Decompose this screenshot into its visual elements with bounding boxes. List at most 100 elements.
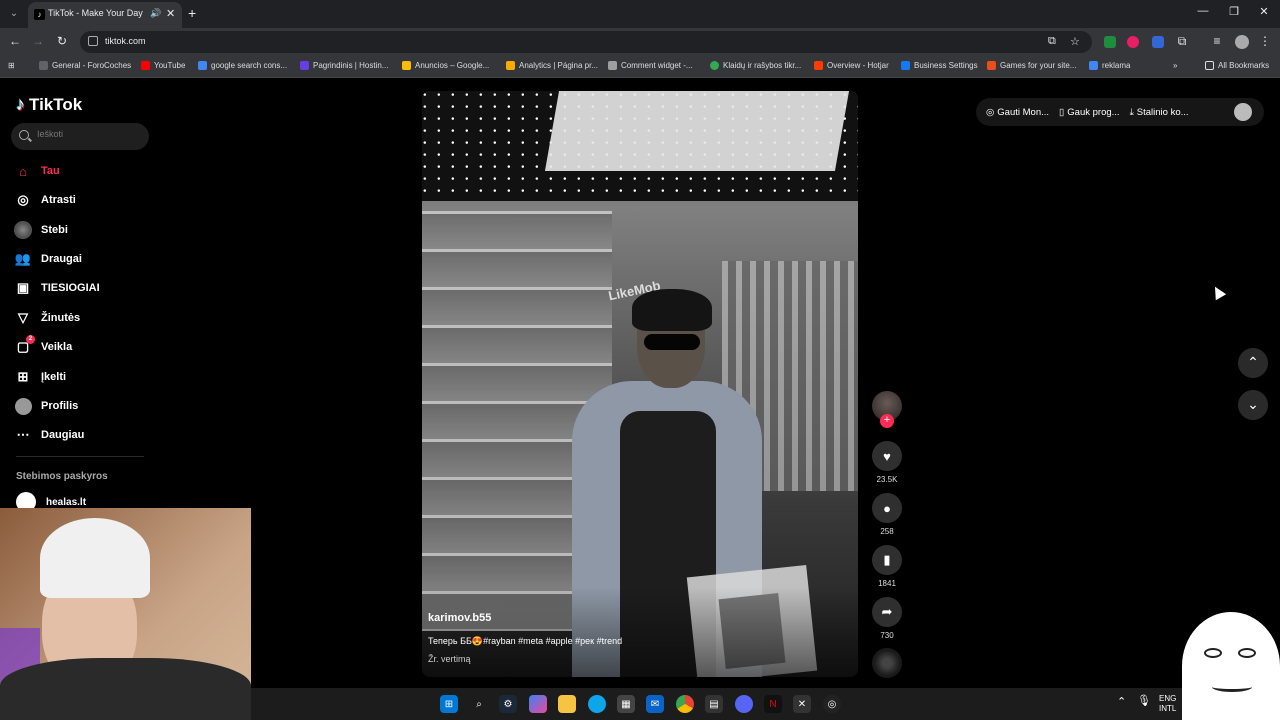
bookmark-star-icon[interactable]: ☆ [1070,35,1080,48]
chrome-icon[interactable] [676,695,694,713]
comment-action[interactable]: ● 258 [872,493,902,536]
bookmark-10[interactable]: Games for your site... [987,61,1076,70]
share-icon[interactable]: ➦ [872,597,902,627]
search-icon[interactable] [19,130,29,140]
previous-video-chevron-up-icon[interactable]: ⌃ [1238,348,1268,378]
mail-icon[interactable]: ✉ [646,695,664,713]
bookmark-11[interactable]: reklama [1089,61,1130,70]
get-app-label: Gauk prog... [1067,106,1120,118]
search-box[interactable] [11,123,149,150]
user-avatar[interactable] [1234,103,1252,121]
taskbar-app-icon[interactable]: ▤ [705,695,723,713]
windows-start-icon[interactable]: ⊞ [440,695,458,713]
tab-search-icon[interactable]: ⌄ [6,6,22,22]
minimize-icon[interactable]: — [1193,5,1213,17]
language-indicator[interactable]: ENG INTL [1159,694,1176,714]
bookmark-6-icon [608,61,617,70]
video-player[interactable]: LikeMob karimov.b55 Теперь ББ😍#rayban #m… [422,91,858,677]
site-info-icon[interactable] [88,36,98,46]
reload-icon[interactable]: ↻ [54,34,70,48]
restore-icon[interactable]: ❐ [1224,5,1244,18]
nav-item-draugai[interactable]: 👥 Draugai [14,248,154,270]
extensions-puzzle-icon[interactable]: ⧉ [1174,34,1190,49]
nav-item-daugiau[interactable]: ⋯ Daugiau [14,424,154,446]
copilot-icon[interactable] [529,695,547,713]
like-action[interactable]: ♥ 23.5K [872,441,902,484]
tab-close-icon[interactable]: ✕ [166,7,175,20]
microphone-icon[interactable]: 🎙 [1137,696,1151,707]
store-icon[interactable]: ▦ [617,695,635,713]
bookmark-2[interactable]: google search cons... [198,61,287,70]
address-bar[interactable]: tiktok.com ⧉ ☆ [80,31,1092,53]
capcut-icon[interactable]: ✕ [793,695,811,713]
bookmark-4-label: Anuncios – Google... [415,61,490,70]
nav-item-ikelti[interactable]: ⊞ Įkelti [14,366,154,388]
obs-icon[interactable]: ◎ [823,695,841,713]
address-url[interactable]: tiktok.com [105,36,146,46]
activity-badge: 2 [26,335,35,344]
save-action[interactable]: ▮ 1841 [872,545,902,588]
bookmark-7[interactable]: Klaidų ir rašybos tikr... [710,61,801,70]
back-icon[interactable]: ← [7,34,23,48]
nav-item-tau[interactable]: ⌂ Tau [14,160,154,182]
bookmark-5[interactable]: Analytics | Página pr... [506,61,598,70]
netflix-icon[interactable]: N [764,695,782,713]
bookmark-1[interactable]: YouTube [141,61,185,70]
bookmarks-bar: ⊞ General - ForoCoches YouTube google se… [0,56,1280,78]
profile-avatar-icon[interactable] [1235,35,1249,49]
bookmark-7-label: Klaidų ir rašybos tikr... [723,61,802,70]
bookmarks-overflow-icon[interactable]: » [1173,61,1177,70]
taskbar-search-icon[interactable]: ⌕ [470,695,488,713]
get-app-button[interactable]: ▯ Gauk prog... [1059,107,1120,118]
media-control-icon[interactable]: ≡ [1209,34,1225,48]
file-explorer-icon[interactable] [558,695,576,713]
audio-playing-icon[interactable]: 🔊 [150,8,161,19]
next-video-chevron-down-icon[interactable]: ⌄ [1238,390,1268,420]
chrome-menu-icon[interactable]: ⋮ [1257,34,1273,48]
nav-item-zinutes[interactable]: ▽ Žinutės [14,307,154,329]
see-translation-link[interactable]: Žr. vertimą [428,654,471,664]
bookmark-4[interactable]: Anuncios – Google... [402,61,489,70]
browser-tab[interactable]: ♪ TikTok - Make Your Day 🔊 ✕ [28,2,182,28]
follow-plus-icon[interactable]: + [880,414,894,428]
video-author[interactable]: karimov.b55 [428,612,491,624]
bookmark-6[interactable]: Comment widget -... [608,61,693,70]
tiktok-favicon-icon: ♪ [34,9,45,20]
meme-eye-left [1204,648,1222,658]
nav-item-label: Veikla [41,341,73,353]
apps-grid-icon[interactable]: ⊞ [8,61,15,70]
comment-icon[interactable]: ● [872,493,902,523]
steam-icon[interactable]: ⚙ [499,695,517,713]
nav-item-tiesiogiai[interactable]: ▣ TIESIOGIAI [14,277,154,299]
new-tab-icon[interactable]: + [188,5,196,21]
install-app-icon[interactable]: ⧉ [1048,35,1056,48]
bookmark-0[interactable]: General - ForoCoches [39,61,131,70]
nav-item-stebi[interactable]: Stebi [14,219,154,241]
discord-icon[interactable] [735,695,753,713]
edge-icon[interactable] [588,695,606,713]
heart-icon[interactable]: ♥ [872,441,902,471]
tiktok-logo[interactable]: ♪ TikTok [16,94,82,115]
bookmark-icon[interactable]: ▮ [872,545,902,575]
bookmark-8[interactable]: Overview - Hotjar [814,61,889,70]
tray-chevron-up-icon[interactable]: ⌃ [1117,697,1126,708]
bookmark-9[interactable]: Business Settings [901,61,978,70]
all-bookmarks[interactable]: All Bookmarks [1205,61,1269,70]
share-action[interactable]: ➦ 730 [872,597,902,640]
nav-item-profilis[interactable]: Profilis [14,395,154,417]
music-disc-icon[interactable] [872,648,902,678]
window-close-icon[interactable]: ✕ [1254,5,1274,18]
extension-green-icon[interactable] [1104,36,1116,48]
nav-item-atrasti[interactable]: ◎ Atrasti [14,189,154,211]
search-input[interactable] [37,129,142,139]
video-caption[interactable]: Теперь ББ😍#rayban #meta #apple #рек #tre… [428,636,622,647]
get-coins-button[interactable]: ◎ Gauti Mon... [986,107,1049,118]
extension-blue-icon[interactable] [1152,36,1164,48]
extension-pink-icon[interactable] [1127,36,1139,48]
nav-item-veikla[interactable]: ▢ 2 Veikla [14,335,154,358]
desktop-app-button[interactable]: ⤓ Stalinio ko... [1130,107,1189,118]
browser-tab-bar: ⌄ ♪ TikTok - Make Your Day 🔊 ✕ + — ❐ ✕ [0,0,1280,28]
mouse-cursor-icon [1209,283,1227,301]
bookmark-3[interactable]: Pagrindinis | Hostin... [300,61,388,70]
forward-icon[interactable]: → [30,34,46,48]
